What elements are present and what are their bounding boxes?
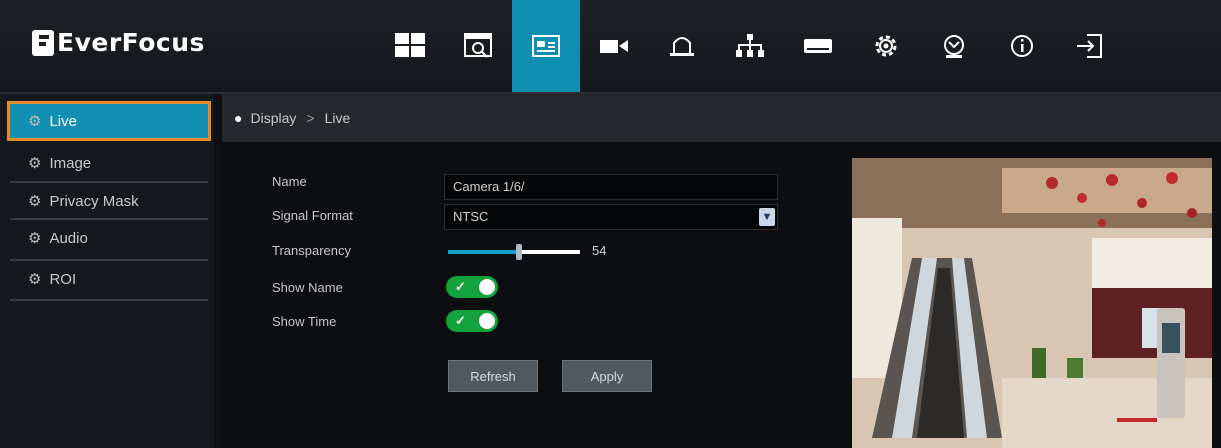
show-time-label: Show Time [272,314,337,329]
sidebar-item-label: Live [49,112,77,130]
playback-icon [464,33,492,58]
toggle-knob [479,313,495,329]
breadcrumb: ● Display > Live [222,94,1221,142]
sidebar-item-label: Audio [49,229,88,247]
main-content: ● Display > Live Name Camera 1/6/ Signal… [222,94,1221,448]
breadcrumb-current: Live [324,110,351,126]
sidebar-item-label: Privacy Mask [49,192,139,210]
gear-icon: ⚙ [28,193,42,210]
nav-logout[interactable] [1056,0,1124,92]
network-icon [736,34,764,57]
brand-name: EverFocus [57,28,205,57]
layout-grid-icon [395,33,425,57]
info-icon [1011,35,1033,57]
sidebar-item-label: Image [49,154,92,172]
show-time-toggle[interactable]: ✓ [446,310,498,332]
sidebar-item-privacy-mask[interactable]: ⚙ Privacy Mask [10,184,208,218]
breadcrumb-root[interactable]: Display [250,110,296,126]
check-icon: ✓ [455,279,466,294]
logo-mark-icon [32,29,54,56]
gear-icon: ⚙ [28,155,42,172]
main-nav [376,0,1124,92]
sidebar-divider [10,181,208,183]
name-field[interactable]: Camera 1/6/ [444,174,778,200]
sidebar-item-roi[interactable]: ⚙ ROI [10,262,208,296]
nav-network[interactable] [716,0,784,92]
sidebar-item-label: ROI [49,270,77,288]
refresh-button[interactable]: Refresh [448,360,538,392]
logout-icon [1077,34,1102,58]
name-value: Camera 1/6/ [453,179,525,194]
nav-settings[interactable] [852,0,920,92]
nav-info[interactable] [988,0,1056,92]
check-icon: ✓ [455,313,466,328]
sidebar-item-image[interactable]: ⚙ Image [10,146,208,180]
sidebar: ⚙ Live ⚙ Image ⚙ Privacy Mask ⚙ Audio ⚙ … [0,94,214,448]
nav-storage[interactable] [784,0,852,92]
toggle-knob [479,279,495,295]
storage-icon [804,39,832,53]
gear-icon: ⚙ [28,113,42,130]
refresh-button-label: Refresh [470,368,516,384]
sidebar-divider [10,259,208,261]
breadcrumb-separator: > [306,110,315,126]
nav-camera[interactable] [580,0,648,92]
show-name-label: Show Name [272,280,343,295]
camera-icon [600,40,628,53]
nav-playback[interactable] [444,0,512,92]
sidebar-item-audio[interactable]: ⚙ Audio [10,221,208,255]
live-preview [852,158,1212,448]
chevron-down-icon[interactable]: ▼ [759,208,775,226]
app-window: EverFocus ⚙ Live ⚙ Image ⚙ Privacy Mask … [0,0,1221,448]
transparency-slider-fill [448,250,519,254]
alarm-bell-icon [670,37,694,56]
location-pin-icon: ● [234,110,243,126]
signal-format-select[interactable]: NTSC ▼ [444,204,778,230]
nav-maintenance[interactable] [920,0,988,92]
show-name-toggle[interactable]: ✓ [446,276,498,298]
settings-gear-icon [875,35,897,57]
gear-icon: ⚙ [28,230,42,247]
nav-display[interactable] [512,0,580,92]
gear-icon: ⚙ [28,271,42,288]
apply-button-label: Apply [590,368,624,384]
transparency-label: Transparency [272,243,351,258]
signal-format-value: NTSC [453,209,489,224]
sidebar-divider [10,218,208,220]
apply-button[interactable]: Apply [562,360,652,392]
sidebar-divider [10,299,208,301]
preview-image [852,158,1212,448]
transparency-slider[interactable] [448,244,580,260]
nav-alarm[interactable] [648,0,716,92]
logo: EverFocus [32,28,205,57]
sidebar-item-live[interactable]: ⚙ Live [7,101,211,141]
transparency-slider-handle[interactable] [516,244,522,260]
signal-format-label: Signal Format [272,208,353,223]
name-label: Name [272,174,307,189]
nav-layout[interactable] [376,0,444,92]
transparency-value: 54 [592,243,607,258]
display-settings-icon [532,35,560,57]
top-bar: EverFocus [0,0,1221,94]
maintenance-icon [944,35,964,58]
